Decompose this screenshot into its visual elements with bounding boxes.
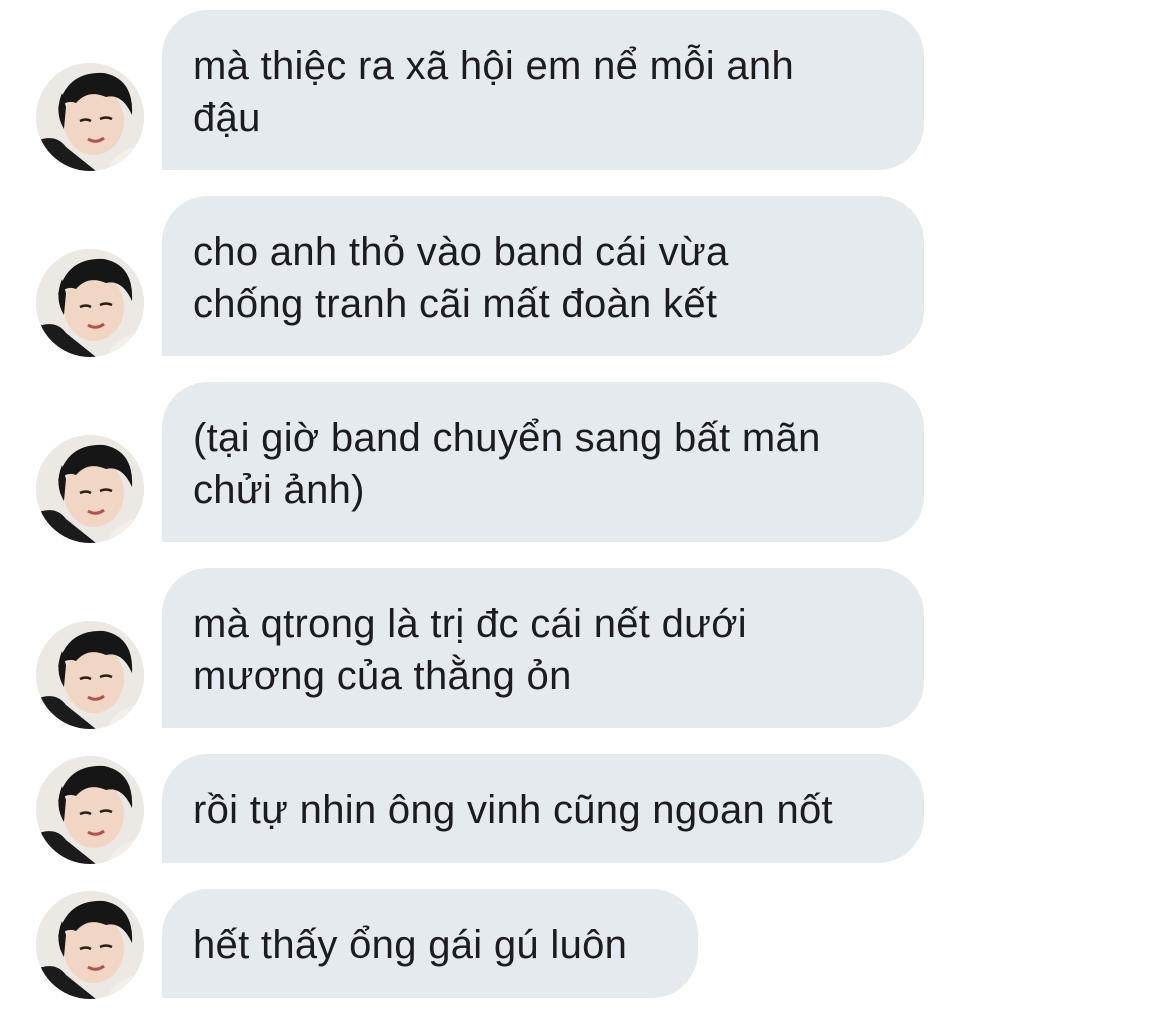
message-bubble[interactable]: rồi tự nhin ông vinh cũng ngoan nốt — [162, 754, 924, 863]
message-text-line: rồi tự nhin ông vinh cũng ngoan nốt — [193, 788, 833, 832]
message-text-line: chống tranh cãi mất đoàn kết — [193, 282, 718, 326]
message-bubble[interactable]: (tại giờ band chuyển sang bất mãn chửi ả… — [162, 382, 924, 542]
sender-avatar[interactable] — [36, 621, 144, 729]
avatar-photo-icon — [36, 621, 144, 729]
sender-avatar[interactable] — [36, 756, 144, 864]
message-text-line: mương của thằng ỏn — [193, 654, 572, 698]
message-bubble[interactable]: mà thiệc ra xã hội em nể mỗi anh đậu — [162, 10, 924, 170]
avatar-photo-icon — [36, 63, 144, 171]
avatar-photo-icon — [36, 891, 144, 999]
message-bubble[interactable]: hết thấy ổng gái gú luôn — [162, 889, 698, 998]
message-bubble[interactable]: mà qtrong là trị đc cái nết dưới mương c… — [162, 568, 924, 728]
avatar-photo-icon — [36, 249, 144, 357]
avatar-photo-icon — [36, 756, 144, 864]
sender-avatar[interactable] — [36, 63, 144, 171]
sender-avatar[interactable] — [36, 435, 144, 543]
message-bubble[interactable]: cho anh thỏ vào band cái vừa chống tranh… — [162, 196, 924, 356]
avatar-photo-icon — [36, 435, 144, 543]
message-text-line: đậu — [193, 96, 261, 140]
message-text-line: chửi ảnh) — [193, 468, 365, 512]
message-text-line: cho anh thỏ vào band cái vừa — [193, 230, 729, 274]
sender-avatar[interactable] — [36, 249, 144, 357]
message-text-line: hết thấy ổng gái gú luôn — [193, 923, 628, 967]
message-text-line: (tại giờ band chuyển sang bất mãn — [193, 416, 821, 460]
sender-avatar[interactable] — [36, 891, 144, 999]
message-text-line: mà qtrong là trị đc cái nết dưới — [193, 602, 747, 646]
message-text-line: mà thiệc ra xã hội em nể mỗi anh — [193, 44, 795, 88]
